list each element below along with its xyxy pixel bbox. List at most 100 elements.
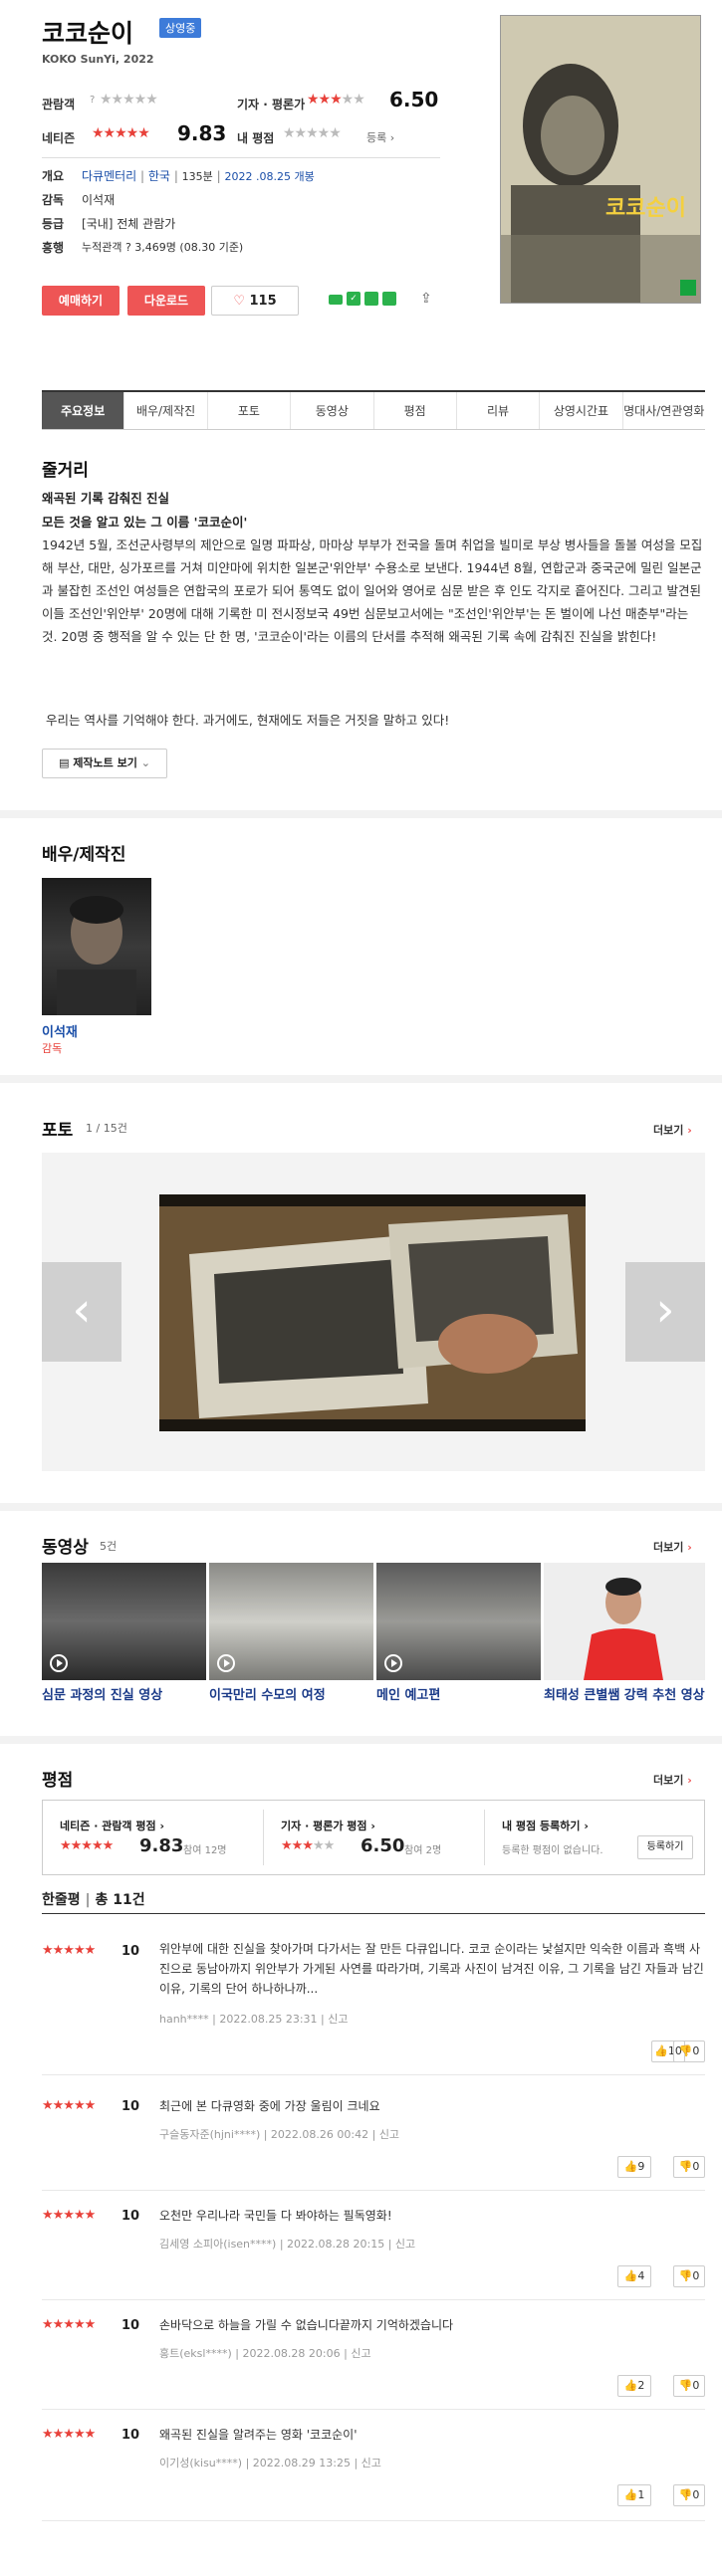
grade-label: 등급 — [42, 217, 65, 231]
overview-values: 다큐멘터리 | 한국 | 135분 | 2022 .08.25 개봉 — [82, 169, 315, 183]
download-button[interactable]: 다운로드 — [127, 286, 205, 316]
bookmark-icon[interactable] — [364, 292, 378, 306]
divider — [42, 157, 440, 158]
review-score: 10 — [121, 2209, 140, 2224]
svg-text:코코순이: 코코순이 — [605, 195, 686, 221]
tab-review[interactable]: 리뷰 — [457, 392, 541, 429]
naver-pay-icon[interactable] — [329, 295, 343, 305]
review-upvote-button[interactable]: 👍1 — [617, 2484, 651, 2506]
grade-link[interactable]: [국내] 전체 관람가 — [82, 215, 175, 232]
video-caption-4[interactable]: 최태성 큰별쌤 강력 추천 영상 — [544, 1684, 705, 1703]
downvote-count: 0 — [692, 2044, 700, 2057]
photo-prev-button[interactable]: ‹ — [42, 1262, 121, 1362]
critic-rating-stars: ★★★★★ — [307, 92, 365, 107]
like-button[interactable]: ♡ 115 — [211, 286, 299, 316]
check-icon[interactable]: ✓ — [347, 292, 361, 306]
notes-icon: ▤ — [59, 756, 70, 769]
video-more-link[interactable]: 더보기 — [653, 1539, 692, 1555]
tab-cast[interactable]: 배우/제작진 — [124, 392, 208, 429]
cast-role: 감독 — [42, 1042, 63, 1055]
upvote-count: 2 — [637, 2379, 645, 2392]
video-caption-1[interactable]: 심문 과정의 진실 영상 — [42, 1684, 206, 1703]
video-thumb-2[interactable] — [209, 1563, 373, 1680]
genre-link[interactable]: 다큐멘터리 — [82, 169, 136, 183]
director-label: 감독 — [42, 193, 65, 207]
review-text[interactable]: 오천만 우리나라 국민들 다 봐야하는 필독영화! — [159, 2206, 707, 2226]
review-text[interactable]: 손바닥으로 하늘을 가릴 수 없습니다끝까지 기억하겠습니다 — [159, 2315, 707, 2335]
downvote-count: 0 — [692, 2269, 700, 2282]
production-notes-label: 제작노트 보기 — [73, 756, 137, 769]
rating-heading: 평점 — [42, 1771, 74, 1791]
section-separator — [0, 810, 722, 818]
divider — [42, 2190, 705, 2191]
thumbs-down-icon: 👎 — [678, 2488, 693, 2501]
tab-main-info[interactable]: 주요정보 — [42, 392, 125, 429]
help-icon[interactable]: ? — [90, 95, 95, 106]
country-link[interactable]: 한국 — [148, 169, 170, 183]
video-thumb-3[interactable] — [376, 1563, 541, 1680]
review-upvote-button[interactable]: 👍4 — [617, 2265, 651, 2287]
thumbs-up-icon: 👍 — [623, 2488, 638, 2501]
tab-quotes[interactable]: 명대사/연관영화 — [623, 392, 705, 429]
photo-more-link[interactable]: 더보기 — [653, 1122, 692, 1138]
photo-main-image[interactable] — [159, 1194, 586, 1431]
my-box-text: 등록한 평점이 없습니다. — [502, 1845, 603, 1856]
review-downvote-button[interactable]: 👎0 — [673, 2156, 705, 2178]
review-stars: ★★★★★ — [42, 2317, 96, 2332]
review-downvote-button[interactable]: 👎0 — [673, 2265, 705, 2287]
review-text[interactable]: 위안부에 대한 진실을 찾아가며 다가서는 잘 만든 다큐입니다. 코코 순이라… — [159, 1939, 707, 1999]
review-downvote-button[interactable]: 👎0 — [673, 2484, 705, 2506]
video-count: 5건 — [100, 1540, 118, 1553]
review-downvote-button[interactable]: 👎0 — [673, 2375, 705, 2397]
netizen-box-count: 참여 12명 — [183, 1845, 227, 1856]
synopsis-tagline-2: 모든 것을 알고 있는 그 이름 '코코순이' — [42, 515, 248, 530]
photo-next-button[interactable]: › — [625, 1262, 705, 1362]
production-notes-button[interactable]: ▤ 제작노트 보기 ⌄ — [42, 749, 167, 778]
divider — [263, 1810, 264, 1865]
bookmark-icon-2[interactable] — [382, 292, 396, 306]
director-photo[interactable] — [42, 878, 151, 1015]
tab-photo[interactable]: 포토 — [208, 392, 292, 429]
critic-rating-label: 기자 · 평론가 — [237, 98, 306, 111]
critic-box-label[interactable]: 기자 · 평론가 평점 › — [281, 1818, 375, 1833]
thumbs-up-icon: 👍 — [623, 2269, 638, 2282]
review-upvote-button[interactable]: 👍9 — [617, 2156, 651, 2178]
short-review-total: 총 11건 — [95, 1892, 145, 1908]
tab-video[interactable]: 동영상 — [291, 392, 374, 429]
video-caption-3[interactable]: 메인 예고편 — [376, 1684, 541, 1703]
status-badge: 상영중 — [159, 18, 202, 38]
share-icon[interactable]: ⇪ — [420, 291, 432, 307]
section-separator — [0, 1503, 722, 1511]
divider — [42, 2409, 705, 2410]
tab-rating[interactable]: 평점 — [374, 392, 457, 429]
review-text[interactable]: 왜곡된 진실을 알려주는 영화 '코코순이' — [159, 2425, 707, 2445]
video-thumb-4[interactable] — [544, 1563, 705, 1680]
review-text[interactable]: 최근에 본 다큐영화 중에 가장 울림이 크네요 — [159, 2096, 707, 2116]
reserve-button[interactable]: 예매하기 — [42, 286, 120, 316]
movie-page: 코코순이 상영중 KOKO SunYi, 2022 관람객 ? ★★★★★ 기자… — [0, 0, 722, 2576]
review-meta: hanh**** | 2022.08.25 23:31 | 신고 — [159, 2013, 349, 2026]
my-box-label[interactable]: 내 평점 등록하기 › — [502, 1818, 589, 1833]
register-rating-button[interactable]: 등록하기 — [637, 1835, 693, 1859]
review-downvote-button[interactable]: 👎0 — [673, 2040, 705, 2062]
video-thumb-1[interactable] — [42, 1563, 206, 1680]
review-meta: 이기성(kisu****) | 2022.08.29 13:25 | 신고 — [159, 2457, 381, 2469]
critic-box-count: 참여 2명 — [404, 1845, 442, 1856]
my-rating-stars[interactable]: ★★★★★ — [283, 125, 342, 141]
play-icon — [217, 1654, 235, 1672]
movie-poster[interactable]: 코코순이 — [500, 15, 701, 304]
my-rating-register-link[interactable]: 등록 › — [366, 129, 394, 145]
review-upvote-button[interactable]: 👍2 — [617, 2375, 651, 2397]
cast-name-link[interactable]: 이석재 — [42, 1021, 78, 1040]
tab-showtimes[interactable]: 상영시간표 — [540, 392, 623, 429]
netizen-box-label[interactable]: 네티즌 · 관람객 평점 › — [60, 1818, 164, 1833]
video-heading: 동영상 — [42, 1538, 89, 1558]
audience-rating-stars: ★★★★★ — [100, 92, 158, 107]
netizen-box-stars: ★★★★★ — [60, 1838, 114, 1853]
synopsis-closing: 우리는 역사를 기억해야 한다. 과거에도, 현재에도 저들은 거짓을 말하고 … — [46, 713, 450, 728]
director-link[interactable]: 이석재 — [82, 191, 115, 208]
video-caption-2[interactable]: 이국만리 수모의 여정 — [209, 1684, 373, 1703]
rating-more-link[interactable]: 더보기 — [653, 1772, 692, 1788]
release-date-link[interactable]: 2022 .08.25 개봉 — [224, 170, 314, 183]
review-stars: ★★★★★ — [42, 2098, 96, 2113]
